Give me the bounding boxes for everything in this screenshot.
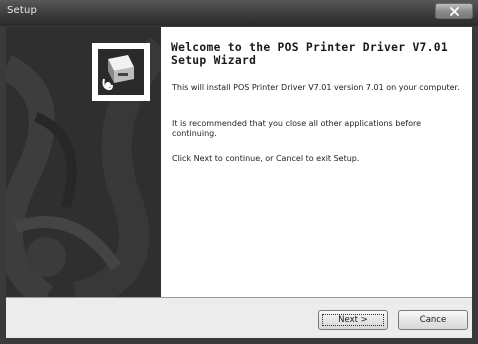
next-button-label: Next > [338, 315, 368, 325]
close-button[interactable] [435, 3, 473, 19]
cancel-button-label: Cance [419, 315, 447, 325]
setup-window: Setup Welcome to the POS Printer Driver … [0, 0, 478, 344]
close-icon [450, 7, 459, 16]
continue-instructions: Click Next to continue, or Cancel to exi… [172, 154, 360, 163]
wizard-sidebar-image [6, 27, 161, 297]
title-bar[interactable]: Setup [0, 0, 478, 26]
wizard-main-panel: Welcome to the POS Printer Driver V7.01 … [161, 27, 472, 297]
printer-setup-icon [98, 49, 144, 95]
close-apps-recommendation: It is recommended that you close all oth… [172, 119, 422, 138]
wizard-content: Welcome to the POS Printer Driver V7.01 … [6, 27, 472, 297]
cancel-button[interactable]: Cance [398, 310, 468, 330]
next-button[interactable]: Next > [318, 310, 388, 330]
logo-frame [92, 43, 150, 101]
window-title: Setup [7, 5, 38, 16]
install-description: This will install POS Printer Driver V7.… [172, 83, 460, 92]
button-bar: Next > Cance [6, 298, 472, 338]
page-title: Welcome to the POS Printer Driver V7.01 … [171, 41, 448, 67]
